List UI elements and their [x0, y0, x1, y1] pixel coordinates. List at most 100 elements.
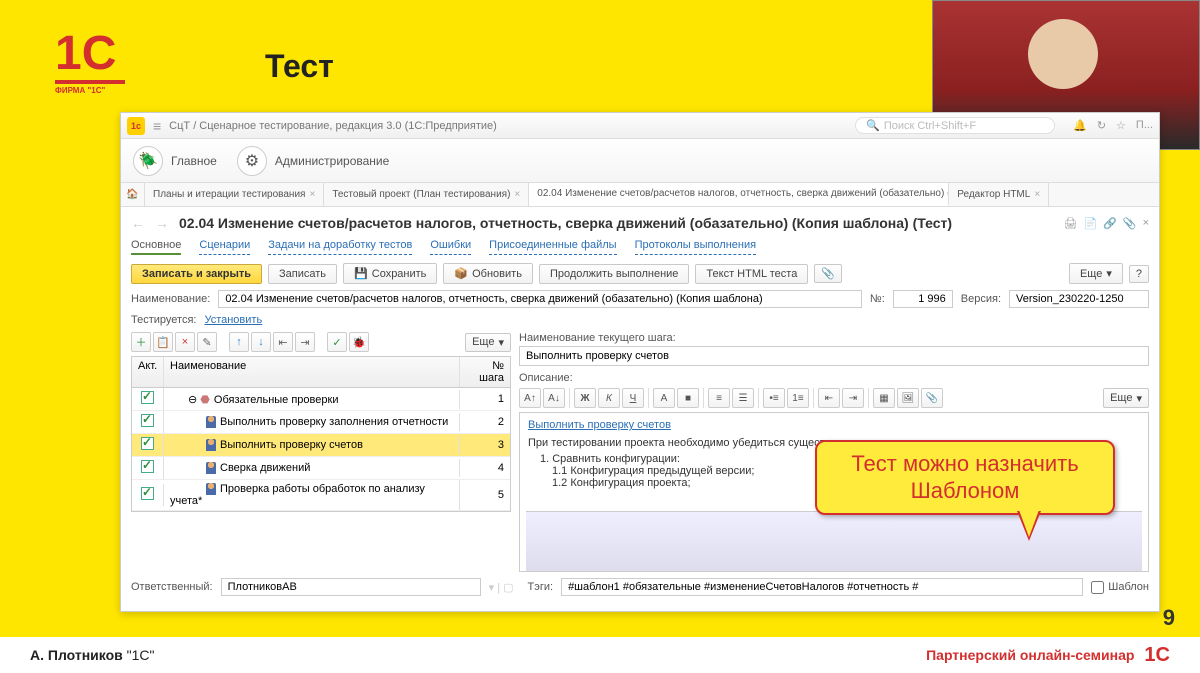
store-button[interactable]: 💾Сохранить — [343, 263, 437, 284]
person-icon — [206, 416, 216, 428]
list-num-icon[interactable]: 1≡ — [787, 388, 809, 408]
subnav-protocols[interactable]: Протоколы выполнения — [635, 239, 757, 255]
tabs-bar: 🏠 Планы и итерации тестирования× Тестовы… — [121, 183, 1159, 207]
nav-bar: 🪲 Главное ⚙ Администрирование — [121, 139, 1159, 183]
italic-icon[interactable]: К — [598, 388, 620, 408]
tab-test[interactable]: 02.04 Изменение счетов/расчетов налогов,… — [529, 183, 949, 206]
help-button[interactable]: ? — [1129, 265, 1149, 283]
delete-icon[interactable]: × — [175, 332, 195, 352]
check-icon[interactable]: ✓ — [327, 332, 347, 352]
tab-project[interactable]: Тестовый проект (План тестирования)× — [324, 183, 529, 206]
hamburger-icon[interactable]: ≡ — [153, 118, 161, 134]
rte-link[interactable]: Выполнить проверку счетов — [528, 419, 671, 431]
close-icon[interactable]: × — [309, 189, 315, 200]
copy-icon[interactable]: 📋 — [153, 332, 173, 352]
table-row[interactable]: ⊖ ⬣Обязательные проверки 1 — [132, 388, 510, 411]
more-button[interactable]: Еще ▾ — [1103, 388, 1149, 408]
global-search[interactable]: 🔍 Поиск Ctrl+Shift+F — [855, 117, 1055, 134]
print-icon[interactable]: 🖨 — [1063, 217, 1077, 230]
home-tab[interactable]: 🏠 — [121, 183, 145, 206]
checkbox-icon[interactable] — [1091, 581, 1104, 594]
col-active: Акт. — [132, 357, 164, 387]
subnav-scenarios[interactable]: Сценарии — [199, 239, 250, 255]
name-input[interactable] — [218, 290, 862, 308]
close-icon[interactable]: × — [1034, 189, 1040, 200]
table-row[interactable]: Сверка движений 4 — [132, 457, 510, 480]
number-input[interactable] — [893, 290, 953, 308]
font-dec-icon[interactable]: A↓ — [543, 388, 565, 408]
tested-label: Тестируется: — [131, 314, 196, 326]
move-down-icon[interactable]: ↓ — [251, 332, 271, 352]
edit-icon[interactable]: ✎ — [197, 332, 217, 352]
link-icon[interactable]: 🔗 — [1103, 217, 1117, 230]
subnav-errors[interactable]: Ошибки — [430, 239, 471, 255]
checkbox-icon[interactable] — [141, 460, 154, 473]
tab-plans[interactable]: Планы и итерации тестирования× — [145, 183, 324, 206]
subnav-main[interactable]: Основное — [131, 239, 181, 255]
nav-fwd-icon[interactable]: → — [155, 215, 169, 231]
gear-icon: ⚙ — [237, 146, 267, 176]
tags-input[interactable] — [561, 578, 1083, 596]
move-up-icon[interactable]: ↑ — [229, 332, 249, 352]
more-button[interactable]: Еще ▾ — [465, 333, 511, 352]
subnav-tasks[interactable]: Задачи на доработку тестов — [268, 239, 412, 255]
font-inc-icon[interactable]: A↑ — [519, 388, 541, 408]
more-button[interactable]: Еще ▾ — [1069, 263, 1123, 284]
star-icon[interactable]: ☆ — [1116, 119, 1126, 132]
bell-icon[interactable]: 🔔 — [1073, 119, 1087, 132]
outdent-icon[interactable]: ⇤ — [273, 332, 293, 352]
checkbox-icon[interactable] — [141, 414, 154, 427]
more-icon[interactable]: П... — [1136, 119, 1153, 132]
close-icon[interactable]: × — [1143, 217, 1149, 230]
nav-admin[interactable]: ⚙ Администрирование — [237, 146, 389, 176]
image-icon[interactable]: 🖼 — [897, 388, 919, 408]
bug-icon[interactable]: 🐞 — [349, 332, 369, 352]
table-row[interactable]: Выполнить проверку счетов 3 — [132, 434, 510, 457]
save-button[interactable]: Записать — [268, 264, 337, 284]
text-color-icon[interactable]: A — [653, 388, 675, 408]
responsible-label: Ответственный: — [131, 581, 213, 593]
bold-icon[interactable]: Ж — [574, 388, 596, 408]
indent-icon[interactable]: ⇥ — [295, 332, 315, 352]
nav-main[interactable]: 🪲 Главное — [133, 146, 217, 176]
tab-html-editor[interactable]: Редактор HTML× — [949, 183, 1049, 206]
add-icon[interactable]: ＋ — [131, 332, 151, 352]
table-row[interactable]: Проверка работы обработок по анализу уче… — [132, 480, 510, 511]
subnav-files[interactable]: Присоединенные файлы — [489, 239, 616, 255]
person-icon — [206, 483, 216, 495]
checkbox-icon[interactable] — [141, 391, 154, 404]
list-bullet-icon[interactable]: •≡ — [763, 388, 785, 408]
step-name-input[interactable] — [519, 346, 1149, 366]
template-checkbox[interactable]: Шаблон — [1091, 581, 1149, 594]
version-input[interactable] — [1009, 290, 1149, 308]
outdent-icon[interactable]: ⇤ — [818, 388, 840, 408]
clip-icon[interactable]: 📎 — [921, 388, 943, 408]
report-icon[interactable]: 📄 — [1083, 217, 1097, 230]
history-icon[interactable]: ↻ — [1097, 119, 1106, 132]
table-row[interactable]: Выполнить проверку заполнения отчетности… — [132, 411, 510, 434]
continue-button[interactable]: Продолжить выполнение — [539, 264, 689, 284]
indent-icon[interactable]: ⇥ — [842, 388, 864, 408]
page-number: 9 — [1163, 605, 1175, 631]
app-window: 1c ≡ СцТ / Сценарное тестирование, редак… — [120, 112, 1160, 612]
clip-button[interactable]: 📎 — [814, 264, 842, 283]
nav-back-icon[interactable]: ← — [131, 215, 145, 231]
col-name: Наименование — [164, 357, 460, 387]
search-placeholder: Поиск Ctrl+Shift+F — [884, 120, 976, 132]
align-center-icon[interactable]: ☰ — [732, 388, 754, 408]
table-icon[interactable]: ▦ — [873, 388, 895, 408]
bg-color-icon[interactable]: ■ — [677, 388, 699, 408]
underline-icon[interactable]: Ч — [622, 388, 644, 408]
refresh-button[interactable]: 📦Обновить — [443, 263, 533, 284]
tested-link[interactable]: Установить — [204, 314, 262, 326]
save-close-button[interactable]: Записать и закрыть — [131, 264, 262, 284]
rte-toolbar: A↑ A↓ Ж К Ч A ■ ≡ ☰ •≡ 1≡ — [519, 388, 1149, 408]
clip-icon[interactable]: 📎 — [1123, 217, 1137, 230]
close-icon[interactable]: × — [514, 189, 520, 200]
name-label: Наименование: — [131, 293, 210, 305]
responsible-input[interactable] — [221, 578, 481, 596]
html-text-button[interactable]: Текст HTML теста — [695, 264, 808, 284]
checkbox-icon[interactable] — [141, 487, 154, 500]
checkbox-icon[interactable] — [141, 437, 154, 450]
align-left-icon[interactable]: ≡ — [708, 388, 730, 408]
